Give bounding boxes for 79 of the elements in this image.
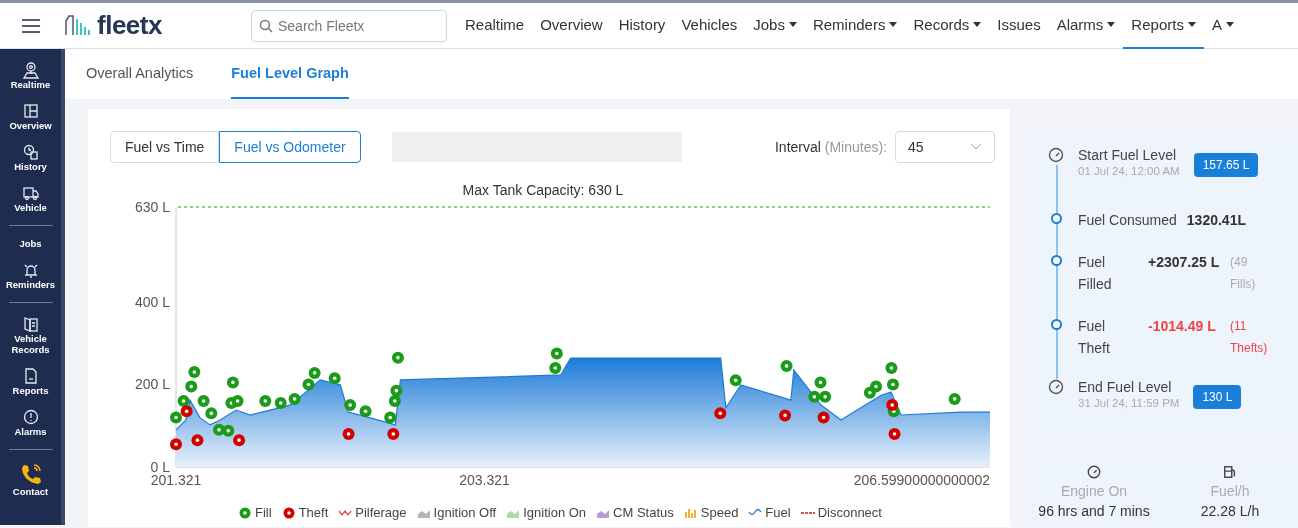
x-tick-label: 206.59900000000002 [853, 472, 990, 488]
tab[interactable]: Overall Analytics [86, 49, 194, 99]
x-tick-label: 203.321 [459, 472, 510, 488]
nav-link[interactable]: Records [905, 2, 990, 49]
legend-label: Pilferage [355, 505, 407, 520]
gauge-icon [1048, 379, 1064, 395]
nav-link[interactable]: Realtime [457, 2, 533, 49]
nav-link[interactable]: A [1203, 2, 1242, 49]
timeline-dot [1050, 255, 1062, 266]
legend-label: Fill [255, 505, 272, 520]
nav-link[interactable]: Reminders [804, 2, 906, 49]
timeline-dot [1050, 213, 1062, 224]
mode-toggle[interactable]: Fuel vs Time [110, 131, 220, 163]
nav-link[interactable]: Alarms [1048, 2, 1124, 49]
summary-value: -1014.49 L [1148, 317, 1217, 336]
gauge-icon [1087, 465, 1101, 479]
legend-label: Ignition On [523, 505, 587, 520]
y-tick-label: 630 L [134, 199, 170, 215]
legend-label: CM Status [613, 505, 674, 520]
fuel-pump-icon [1223, 465, 1237, 479]
stat-value: 22.28 L/h [1200, 503, 1260, 519]
interval-select[interactable]: 45 [895, 131, 995, 163]
sidebar-item[interactable]: Reminders [1, 261, 60, 290]
sidebar-item[interactable]: History [1, 143, 60, 172]
sidebar-item[interactable]: Vehicle [1, 184, 60, 213]
legend-label: Fuel [765, 505, 791, 520]
mode-toggle[interactable]: Fuel vs Odometer [219, 131, 361, 163]
legend-label: Disconnect [817, 505, 882, 520]
stat-value: 96 hrs and 7 mins [1038, 503, 1150, 519]
summary-title: End Fuel Level [1078, 379, 1173, 395]
tab[interactable]: Fuel Level Graph [231, 49, 349, 99]
stat-label: Fuel/h [1210, 483, 1250, 499]
interval-label: Interval (Minutes): [774, 139, 887, 155]
nav-link[interactable]: Vehicles [673, 2, 746, 49]
chart-title: Max Tank Capacity: 630 L [462, 182, 624, 198]
summary-note: (11 Thefts) [1230, 318, 1269, 357]
nav-link[interactable]: Issues [989, 2, 1049, 49]
x-tick-label: 201.321 [150, 472, 202, 488]
search-field[interactable]: Search Fleetx [251, 9, 447, 42]
menu-icon[interactable] [21, 17, 41, 34]
map-pin-icon [21, 61, 40, 79]
legend-label: Theft [298, 505, 329, 520]
sidebar-item[interactable]: Contact [1, 462, 60, 497]
book-icon [21, 315, 40, 333]
fuel-level-badge: 130 L [1193, 385, 1242, 409]
y-tick-label: 400 L [134, 293, 170, 310]
stat-label: Engine On [1060, 483, 1128, 499]
summary-title: Fuel Theft [1078, 317, 1111, 358]
fuel-level-badge: 157.65 L [1193, 153, 1259, 177]
chevron-icon [970, 143, 982, 151]
truck-icon [21, 184, 40, 202]
sidebar-item[interactable]: Vehicle Records [1, 315, 60, 355]
search-icon [259, 18, 273, 33]
logo-text: fleetx [97, 10, 162, 41]
summary-value: 1320.41L [1186, 211, 1246, 230]
nav-link[interactable]: Jobs [745, 2, 805, 49]
summary-date: 01 Jul 24, 12:00 AM [1078, 165, 1180, 177]
y-tick-label: 0 L [150, 459, 170, 475]
timeline-dot [1050, 319, 1062, 330]
summary-title: Start Fuel Level [1078, 147, 1178, 163]
legend-label: Speed [700, 505, 739, 520]
gauge-icon [1048, 147, 1064, 163]
summary-note: (49 Fills) [1230, 254, 1257, 293]
sidebar-item[interactable]: Jobs [1, 238, 60, 249]
legend-label: Ignition Off [433, 505, 497, 520]
nav-link[interactable]: History [610, 2, 674, 49]
sidebar-item[interactable]: Realtime [1, 61, 60, 90]
summary-date: 31 Jul 24, 11:59 PM [1078, 397, 1180, 409]
layout-icon [21, 102, 40, 120]
nav-link[interactable]: Overview [532, 2, 611, 49]
clock-document-icon [21, 143, 40, 161]
y-tick-label: 200 L [134, 376, 170, 393]
sidebar-item[interactable]: Reports [1, 367, 60, 396]
summary-title: Fuel Filled [1078, 253, 1113, 294]
summary-value: +2307.25 L [1148, 253, 1220, 272]
sidebar-item[interactable]: Alarms [1, 408, 60, 437]
alert-icon [21, 408, 40, 426]
sidebar-item[interactable]: Overview [1, 102, 60, 131]
summary-title: Fuel Consumed [1078, 211, 1177, 230]
